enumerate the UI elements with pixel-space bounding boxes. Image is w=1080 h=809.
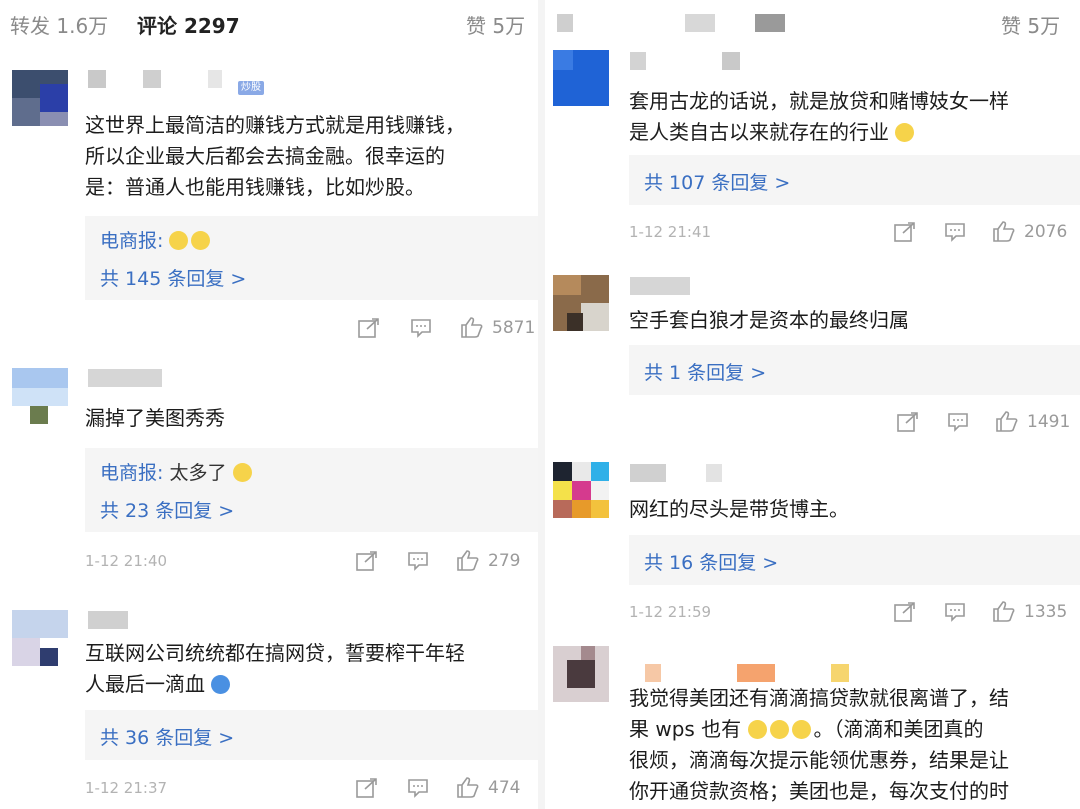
reply-box[interactable]: 共 16 条回复 > — [629, 535, 1080, 585]
comment-text: 网红的尽头是带货博主。 — [629, 497, 849, 521]
thumbs-up-icon[interactable] — [992, 220, 1016, 242]
tab-forward-blurred[interactable] — [557, 14, 573, 32]
thumbs-up-icon[interactable] — [992, 600, 1016, 622]
share-icon[interactable] — [894, 602, 916, 622]
comment-icon[interactable] — [407, 778, 429, 798]
left-screenshot: 转发 1.6万 评论 2297 赞 5万 炒股 这世界上最简洁的赚钱方式就是用钱… — [0, 0, 538, 809]
reply-count-link[interactable]: 共 36 条回复 > — [100, 723, 234, 750]
comment-line: 很烦，滴滴每次提示能领优惠券，结果是让 你开通贷款资格；美团也是，每次支付的时 — [629, 748, 1009, 803]
tab-forward[interactable]: 转发 1.6万 — [10, 10, 108, 39]
comment-text: 互联网公司统统都在搞网贷，誓要榨干年轻 人最后一滴血 — [85, 638, 465, 700]
comment-text: 漏掉了美图秀秀 — [85, 406, 225, 430]
reply-preview: 电商报: — [100, 226, 213, 253]
dizzy-emoji-icon — [769, 720, 789, 739]
thumbs-up-icon[interactable] — [995, 410, 1019, 432]
tab-likes[interactable]: 赞 5万 — [466, 10, 525, 39]
username-blurred[interactable] — [88, 369, 178, 387]
like-count: 1491 — [1027, 412, 1071, 432]
avatar[interactable] — [12, 368, 68, 424]
reply-text: 太多了 — [169, 462, 227, 484]
comment-icon[interactable] — [407, 551, 429, 571]
tab-comments-count-blurred — [755, 14, 785, 32]
share-icon[interactable] — [356, 778, 378, 798]
reply-preview: 电商报: 太多了 — [100, 458, 255, 485]
doge-emoji-icon — [895, 123, 915, 142]
comment-text: 空手套白狼才是资本的最终归属 — [629, 308, 909, 332]
comment-time: 1-12 21:37 — [85, 779, 168, 797]
tab-comments[interactable]: 评论 2297 — [137, 10, 240, 39]
comment-text: 这世界上最简洁的赚钱方式就是用钱赚钱， 所以企业最大后都会去搞金融。很幸运的 是… — [85, 113, 465, 199]
laugh-cry-emoji-icon — [232, 463, 252, 482]
right-screenshot: 赞 5万 套用古龙的话说，就是放贷和赌博妓女一样 是人类自古以来就存在的行业 共… — [545, 0, 1080, 809]
comment-body: 套用古龙的话说，就是放贷和赌博妓女一样 是人类自古以来就存在的行业 — [629, 89, 1009, 144]
reply-count-link[interactable]: 共 1 条回复 > — [644, 358, 766, 385]
avatar[interactable] — [553, 462, 609, 518]
like-count: 474 — [488, 778, 521, 798]
comment-icon[interactable] — [944, 602, 966, 622]
username-blurred[interactable] — [645, 664, 855, 682]
reply-count-link[interactable]: 共 16 条回复 > — [644, 548, 778, 575]
comment-line: 。（滴滴和美团真的 — [813, 717, 984, 741]
comment-text: 套用古龙的话说，就是放贷和赌博妓女一样 是人类自古以来就存在的行业 — [629, 86, 1009, 148]
smile-emoji-icon — [191, 231, 211, 250]
share-icon[interactable] — [894, 222, 916, 242]
reply-box[interactable]: 共 107 条回复 > — [629, 155, 1080, 205]
comment-body: 互联网公司统统都在搞网贷，誓要榨干年轻 人最后一滴血 — [85, 641, 465, 696]
dizzy-emoji-icon — [747, 720, 767, 739]
username-blurred[interactable] — [630, 52, 750, 70]
username-blurred[interactable] — [630, 464, 730, 482]
avatar[interactable] — [553, 50, 609, 106]
reply-box[interactable]: 共 1 条回复 > — [629, 345, 1080, 395]
smile-emoji-icon — [169, 231, 189, 250]
reply-box[interactable]: 共 36 条回复 > — [85, 710, 538, 760]
avatar[interactable] — [553, 275, 609, 331]
comment-icon[interactable] — [944, 222, 966, 242]
avatar[interactable] — [12, 70, 68, 126]
tab-likes[interactable]: 赞 5万 — [1001, 10, 1060, 39]
reply-count-link[interactable]: 共 107 条回复 > — [644, 168, 790, 195]
thumbs-up-icon[interactable] — [456, 776, 480, 798]
comment-text: 我觉得美团还有滴滴搞贷款就很离谱了，结 果 wps 也有 。（滴滴和美团真的 很… — [629, 683, 1009, 807]
username-blurred[interactable] — [88, 611, 148, 629]
like-count: 2076 — [1024, 222, 1068, 242]
comment-icon[interactable] — [947, 412, 969, 432]
reply-author: 电商报: — [100, 462, 164, 484]
avatar[interactable] — [12, 610, 68, 666]
share-icon[interactable] — [356, 551, 378, 571]
tab-bar: 转发 1.6万 评论 2297 赞 5万 — [0, 0, 538, 50]
reply-author: 电商报: — [100, 230, 164, 252]
comment-line: 我觉得美团还有滴滴搞贷款就很离谱了，结 — [629, 686, 1009, 710]
doraemon-emoji-icon — [211, 675, 231, 694]
reply-box[interactable]: 电商报: 太多了 共 23 条回复 > — [85, 448, 538, 532]
avatar[interactable] — [553, 646, 609, 702]
comment-time: 1-12 21:41 — [629, 223, 712, 241]
comment-line: 果 wps 也有 — [629, 717, 742, 741]
comment-icon[interactable] — [410, 318, 432, 338]
reply-box[interactable]: 电商报: 共 145 条回复 > — [85, 216, 538, 300]
reply-count-link[interactable]: 共 23 条回复 > — [100, 496, 234, 523]
like-count: 1335 — [1024, 602, 1068, 622]
tab-comments-blurred[interactable] — [685, 14, 715, 32]
comment-time: 1-12 21:40 — [85, 552, 168, 570]
username-blurred[interactable] — [630, 277, 710, 295]
thumbs-up-icon[interactable] — [456, 549, 480, 571]
column-divider — [538, 0, 545, 809]
share-icon[interactable] — [897, 412, 919, 432]
user-badge: 炒股 — [238, 81, 264, 95]
tab-bar: 赞 5万 — [545, 0, 1080, 50]
like-count: 5871 — [492, 318, 536, 338]
comment-time: 1-12 21:59 — [629, 603, 712, 621]
share-icon[interactable] — [358, 318, 380, 338]
like-count: 279 — [488, 551, 521, 571]
reply-count-link[interactable]: 共 145 条回复 > — [100, 264, 246, 291]
dizzy-emoji-icon — [791, 720, 811, 739]
thumbs-up-icon[interactable] — [460, 316, 484, 338]
